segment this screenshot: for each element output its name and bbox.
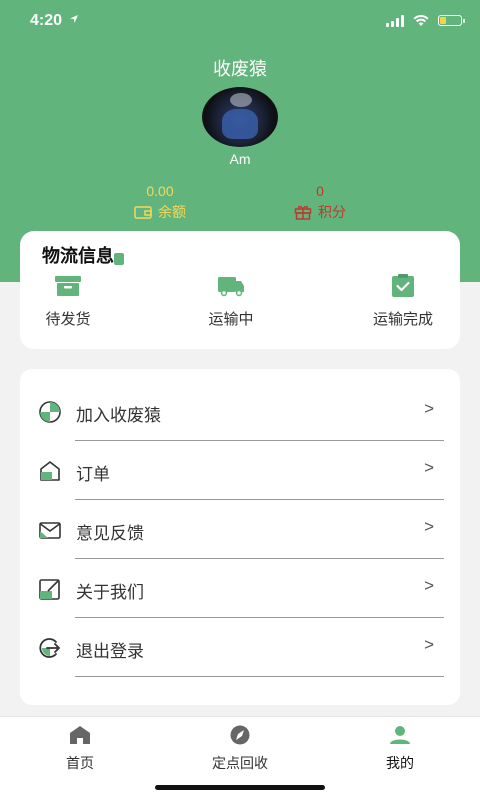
- gift-icon: [294, 205, 312, 220]
- logout-icon: [39, 638, 60, 658]
- menu-item-label: 意见反馈: [76, 524, 144, 544]
- chevron-right-icon: >: [424, 458, 434, 477]
- logistics-in-transit[interactable]: 运输中: [171, 274, 291, 329]
- logistics-title: 物流信息: [42, 242, 124, 268]
- points-value: 0: [316, 183, 324, 199]
- user-icon: [390, 726, 410, 744]
- battery-icon: [438, 15, 465, 26]
- logistics-card: 物流信息 待发货 运输中 运输完成: [20, 231, 460, 349]
- username: Am: [229, 151, 251, 167]
- logistics-delivered[interactable]: 运输完成: [343, 274, 463, 329]
- location-arrow-icon: [70, 15, 79, 23]
- avatar[interactable]: [202, 87, 278, 147]
- menu-item-feedback[interactable]: 意见反馈 >: [20, 500, 460, 559]
- menu-card: 加入收废猿 > 订单 > 意见反馈 > 关于我们 > 退出登录 >: [20, 369, 460, 705]
- balance-value: 0.00: [146, 183, 174, 199]
- wallet-icon: [134, 206, 152, 219]
- status-bar: 4:20: [0, 0, 480, 44]
- house-icon: [40, 461, 60, 481]
- chevron-right-icon: >: [424, 635, 434, 654]
- chevron-right-icon: >: [424, 517, 434, 536]
- logistics-item-label: 运输完成: [372, 310, 433, 328]
- home-icon: [70, 726, 90, 744]
- logistics-item-label: 运输中: [208, 310, 254, 328]
- truck-icon: [218, 277, 244, 297]
- tab-label: 我的: [386, 756, 414, 772]
- app-title: 收废猿: [213, 59, 267, 80]
- box-icon: [55, 276, 81, 296]
- logistics-pending-shipment[interactable]: 待发货: [8, 274, 128, 329]
- menu-item-label: 订单: [76, 465, 110, 485]
- menu-item-label: 加入收废猿: [76, 406, 161, 426]
- balance-label: 余额: [158, 205, 186, 221]
- menu-item-orders[interactable]: 订单 >: [20, 441, 460, 500]
- points-stat[interactable]: 0 积分: [250, 183, 390, 222]
- menu-item-about[interactable]: 关于我们 >: [20, 559, 460, 618]
- pie-chart-icon: [39, 401, 61, 423]
- compass-icon: [230, 725, 250, 745]
- tab-home[interactable]: 首页: [20, 725, 140, 773]
- menu-item-logout[interactable]: 退出登录 >: [20, 618, 460, 677]
- home-indicator: [155, 785, 325, 790]
- tab-mine[interactable]: 我的: [340, 725, 460, 773]
- wifi-icon: [413, 15, 429, 26]
- tab-fixed-recycling[interactable]: 定点回收: [180, 725, 300, 773]
- tab-label: 定点回收: [212, 756, 268, 772]
- menu-item-label: 退出登录: [76, 642, 144, 662]
- menu-item-label: 关于我们: [76, 583, 144, 603]
- menu-item-join[interactable]: 加入收废猿 >: [20, 382, 460, 441]
- status-time: 4:20: [30, 12, 79, 30]
- chevron-right-icon: >: [424, 576, 434, 595]
- divider: [75, 676, 444, 677]
- clipboard-check-icon: [392, 274, 414, 297]
- chevron-right-icon: >: [424, 399, 434, 418]
- points-label: 积分: [318, 205, 346, 221]
- logistics-item-label: 待发货: [45, 310, 91, 328]
- envelope-icon: [39, 522, 61, 539]
- cellular-signal-icon: [386, 14, 404, 27]
- tab-label: 首页: [66, 756, 94, 772]
- balance-stat[interactable]: 0.00 余额: [90, 183, 230, 222]
- edit-box-icon: [39, 579, 60, 600]
